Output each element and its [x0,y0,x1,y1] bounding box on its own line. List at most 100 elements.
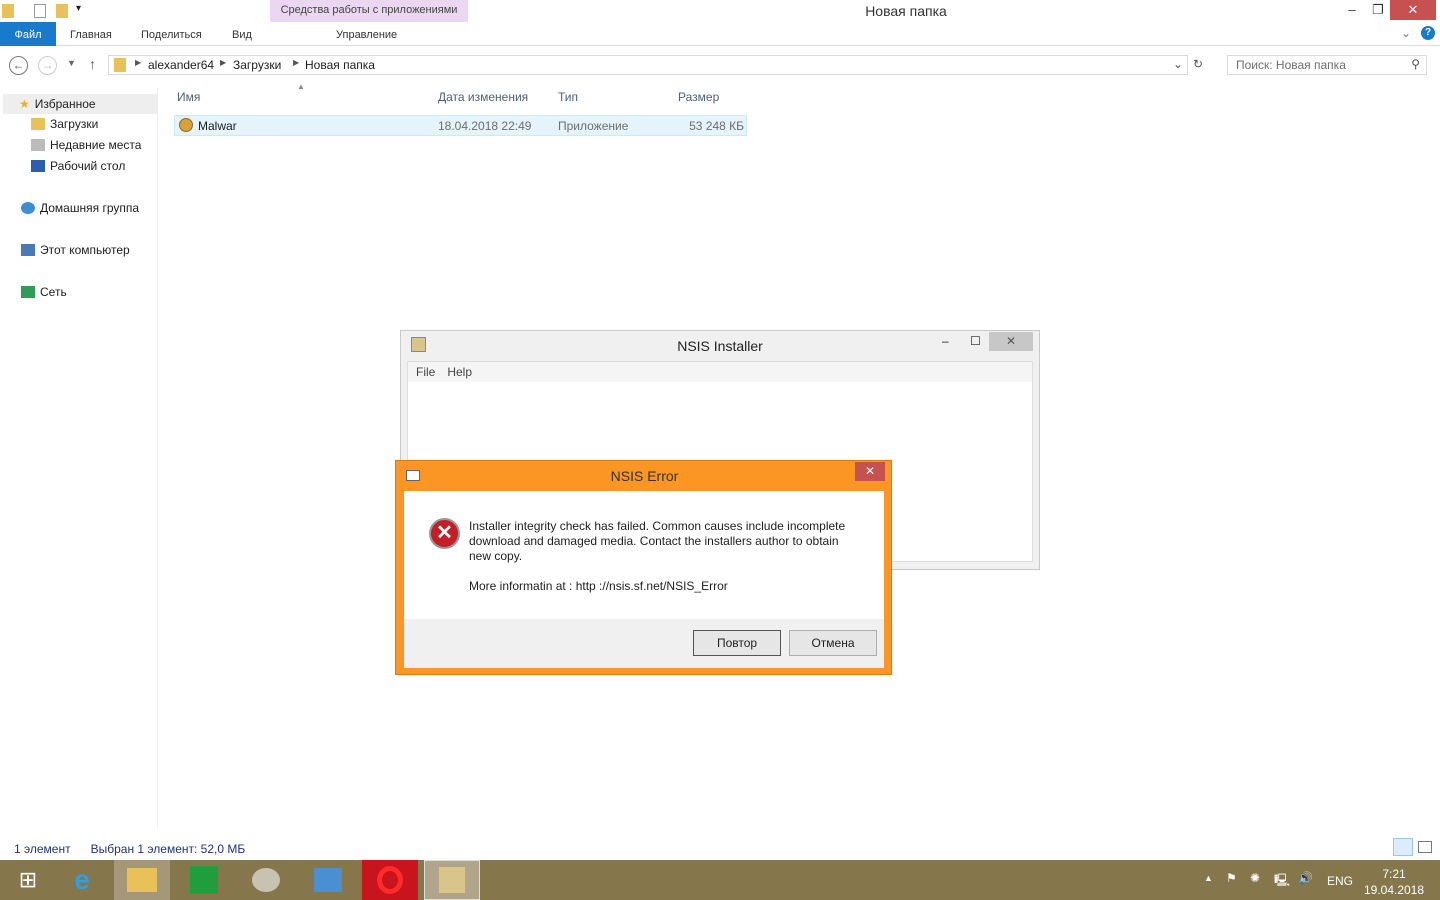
window-title: Новая папка [865,3,947,19]
nav-label: Избранное [34,97,96,111]
opera-icon [377,866,403,894]
ribbon-tabs [0,22,1440,46]
search-input[interactable]: Поиск: Новая папка ⚲ [1227,55,1427,75]
network-icon [21,286,35,298]
nav-homegroup[interactable]: Домашняя группа [21,201,139,215]
retry-button[interactable]: Повтор [693,630,781,656]
explorer-icon [127,868,157,892]
close-button[interactable]: ✕ [1390,0,1436,20]
breadcrumb-item[interactable]: alexander64 [148,58,214,72]
status-bar: 1 элемент Выбран 1 элемент: 52,0 МБ [14,842,245,856]
taskbar-paint[interactable] [238,860,294,900]
volume-icon[interactable]: 🔊 [1298,871,1313,885]
forward-button[interactable]: → [38,56,57,75]
nav-downloads[interactable]: Загрузки [31,117,98,131]
recent-locations-icon[interactable]: ▼ [67,58,76,68]
minimize-button[interactable]: – [942,334,949,348]
clock[interactable]: 7:21 19.04.2018 [1360,866,1428,898]
nav-desktop[interactable]: Рабочий стол [31,159,125,173]
column-date[interactable]: Дата изменения [438,90,528,104]
start-button[interactable]: ⊞ [0,860,56,900]
file-row[interactable]: Malwar 18.04.2018 22:49 Приложение 53 24… [174,115,747,136]
file-type: Приложение [558,119,629,133]
store-icon [190,866,218,894]
tab-share[interactable]: Поделиться [141,22,202,46]
help-icon[interactable]: ? [1421,26,1435,40]
close-button[interactable]: ✕ [989,332,1033,351]
ie-icon: e [74,864,90,895]
nav-label: Недавние места [50,138,142,152]
error-more-info: More informatin at : http ://nsis.sf.net… [469,579,728,593]
nav-network[interactable]: Сеть [21,285,67,299]
clock-time: 7:21 [1382,867,1406,881]
nav-label: Загрузки [50,117,99,131]
homegroup-icon [21,202,35,214]
navigation-pane: ★ Избранное Загрузки Недавние места Рабоч… [0,88,158,828]
computer-icon [21,244,35,256]
cancel-button[interactable]: Отмена [789,630,877,656]
item-count: 1 элемент [14,842,71,856]
taskbar-store[interactable] [176,860,232,900]
refresh-icon[interactable]: ↻ [1193,57,1203,71]
antivirus-icon[interactable]: ✺ [1250,871,1260,885]
minimize-button[interactable]: – [1338,0,1366,20]
show-hidden-icons[interactable]: ▲ [1204,873,1213,883]
details-view-button[interactable] [1393,838,1413,856]
file-name: Malwar [198,119,237,133]
installer-icon [179,118,193,132]
close-button[interactable]: ✕ [855,462,885,481]
restore-button[interactable]: ❐ [1364,0,1392,20]
file-date: 18.04.2018 22:49 [438,119,532,133]
windows-icon: ⊞ [18,867,38,892]
large-icons-view-button[interactable] [1418,841,1432,853]
taskbar-opera[interactable] [362,860,418,900]
nav-recent[interactable]: Недавние места [31,138,141,152]
remote-desktop-icon [314,868,342,892]
tab-manage[interactable]: Управление [336,22,397,46]
column-size[interactable]: Размер [678,90,719,104]
nsis-error-dialog: NSIS Error ✕ ✕ Installer integrity check… [395,460,892,675]
back-button[interactable]: ← [9,56,28,75]
error-message: Installer integrity check has failed. Co… [469,519,846,563]
menu-help[interactable]: Help [447,365,472,379]
nav-computer[interactable]: Этот компьютер [21,243,130,257]
nav-label: Этот компьютер [40,243,130,257]
taskbar-installer[interactable] [424,860,480,900]
error-icon: ✕ [429,518,460,549]
taskbar-rdp[interactable] [300,860,356,900]
file-size: 53 248 КБ [689,119,744,133]
taskbar-explorer[interactable] [114,860,170,900]
language-indicator[interactable]: ENG [1327,874,1353,888]
folder-icon [114,58,126,72]
search-icon: ⚲ [1411,57,1420,71]
clock-date: 19.04.2018 [1363,883,1425,897]
downloads-icon [31,118,45,130]
maximize-button[interactable]: ☐ [970,334,981,348]
tab-home[interactable]: Главная [70,22,112,46]
breadcrumb-item[interactable]: Новая папка [305,58,375,72]
recent-places-icon [31,139,45,151]
nav-favorites[interactable]: ★ Избранное [3,94,157,114]
address-dropdown-icon[interactable]: ⌄ [1173,57,1183,71]
column-name[interactable]: Имя [177,90,200,104]
tab-view[interactable]: Вид [232,22,252,46]
sort-ascending-icon: ▲ [297,82,305,91]
network-icon[interactable]: 🖳 [1274,871,1290,892]
taskbar-ie[interactable]: e [54,860,110,900]
nav-label: Домашняя группа [40,201,140,215]
up-button[interactable]: ↑ [89,56,96,72]
menu-file[interactable]: File [416,365,435,379]
expand-ribbon-icon[interactable]: ⌄ [1401,26,1411,40]
breadcrumb-item[interactable]: Загрузки [233,58,281,72]
flag-icon[interactable]: ⚑ [1226,871,1237,885]
nav-label: Сеть [40,285,67,299]
address-bar[interactable]: ▶ alexander64 ▶ Загрузки ▶ Новая папка ⌄ [108,55,1188,75]
tab-file[interactable]: Файл [0,22,56,46]
selection-info: Выбран 1 элемент: 52,0 МБ [90,842,246,856]
column-type[interactable]: Тип [558,90,578,104]
installer-icon [439,867,465,893]
paint-icon [252,868,280,892]
star-icon: ★ [19,97,30,111]
search-placeholder: Поиск: Новая папка [1236,58,1346,72]
desktop-icon [31,160,45,172]
